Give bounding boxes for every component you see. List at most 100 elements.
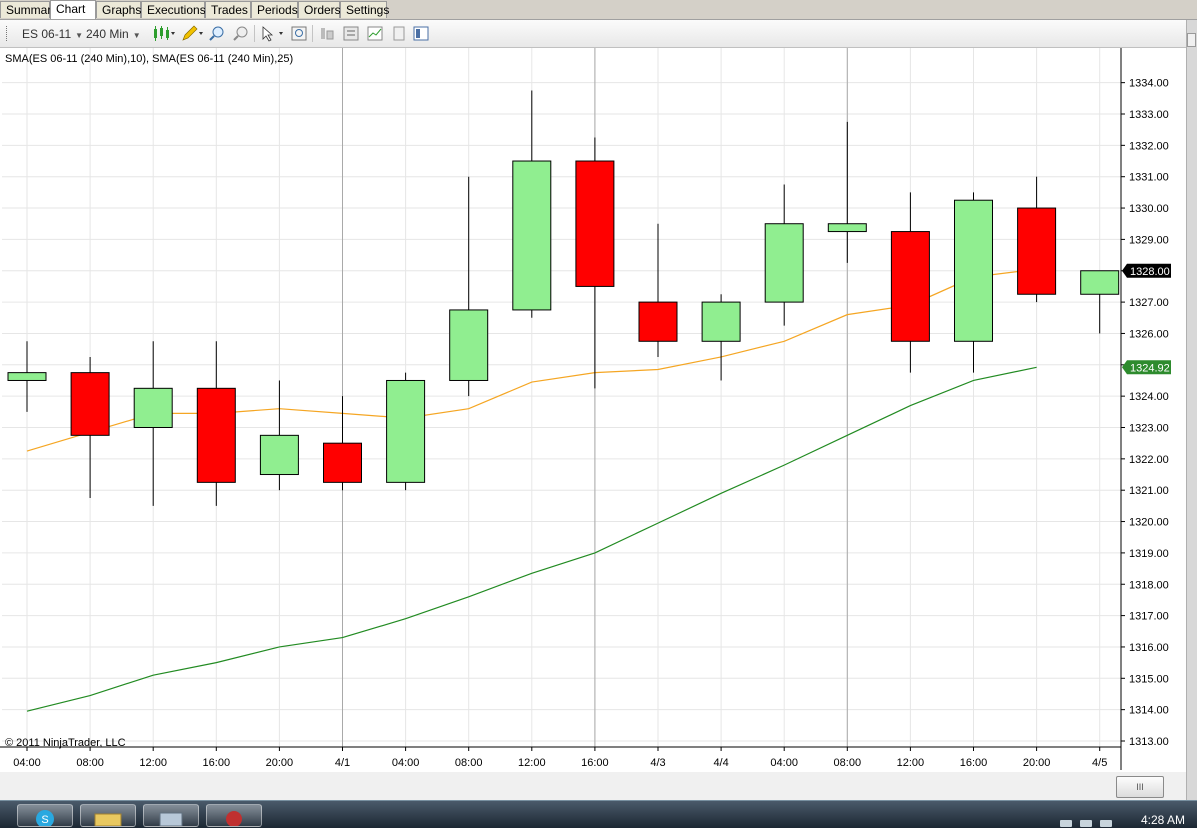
tab-periods[interactable]: Periods [251,1,298,18]
price-tick-label: 1318.00 [1129,579,1169,591]
candle-up-body [259,434,299,476]
candle-up-body [7,372,47,381]
vertical-scrollbar[interactable] [1186,20,1197,800]
toolbar-grip[interactable] [6,26,10,41]
tab-settings[interactable]: Settings [340,1,389,18]
ninjatrader-taskbar-button[interactable] [206,804,262,827]
price-tick-label: 1332.00 [1129,140,1169,152]
strategies-icon[interactable] [390,25,408,42]
price-tick-label: 1333.00 [1129,109,1169,121]
candle-down-body [638,301,678,342]
candle-up-body [701,301,741,342]
sma25-value-tag-label: 1324.92 [1130,362,1170,374]
price-tick-label: 1320.00 [1129,517,1169,529]
time-tick-label: 04:00 [770,757,798,769]
interval-dropdown[interactable]: 240 Min ▼ [86,26,141,42]
time-tick-label: 12:00 [139,757,167,769]
time-tick-label: 16:00 [581,757,609,769]
tab-summary[interactable]: Summary [0,1,57,18]
tab-chart[interactable]: Chart [50,0,96,19]
tab-graphs[interactable]: Graphs [96,1,141,18]
svg-text:S: S [41,814,48,826]
time-tick-label: 08:00 [455,757,483,769]
tray-icon[interactable] [1100,820,1112,827]
price-tick-label: 1319.00 [1129,548,1169,560]
candle-up-body [954,199,993,342]
price-tick-label: 1334.00 [1129,78,1169,90]
price-tick-label: 1327.00 [1129,297,1169,309]
horizontal-scrollbar[interactable] [0,772,1186,800]
data-box-icon[interactable] [318,25,336,42]
price-axis: 1313.00 1314.00 1315.00 1316.00 1317.00 1318.… [1120,48,1169,770]
tab-orders[interactable]: Orders [298,1,341,18]
price-tick-label: 1324.00 [1129,391,1169,403]
time-tick-label: 04:00 [392,757,420,769]
tray-icon[interactable] [1060,820,1072,827]
price-tick-label: 1326.00 [1129,328,1169,340]
price-tick-label: 1316.00 [1129,642,1169,654]
properties-icon[interactable] [342,25,360,42]
tab-bar: Summary Chart Graphs Executions Trades P… [0,0,1197,20]
toolbar-separator [312,25,313,42]
candle-down-body [575,160,615,287]
candle-up-body [764,223,804,303]
cursor-icon[interactable] [260,25,286,42]
candle-down-body [1017,207,1057,295]
price-tick-label: 1330.00 [1129,203,1169,215]
vertical-scrollbar-thumb[interactable] [1187,33,1196,47]
window-icon [159,812,183,827]
candle-up-body [1080,270,1120,295]
tray-icon[interactable] [1080,820,1092,827]
pencil-icon[interactable] [180,25,204,42]
time-tick-label: 4/4 [713,757,728,769]
last-price-tag-label: 1328.00 [1130,266,1170,278]
time-tick-label: 16:00 [960,757,988,769]
tab-trades[interactable]: Trades [205,1,251,18]
candle-down-body [70,372,110,436]
app-taskbar-button[interactable] [143,804,199,827]
explorer-taskbar-button[interactable] [80,804,136,827]
price-tick-label: 1329.00 [1129,234,1169,246]
time-axis: 04:00 08:00 12:00 16:00 20:00 4/1 04:00 08:00 12… [0,746,1121,769]
price-chart[interactable]: 1313.00 1314.00 1315.00 1316.00 1317.00 1318.… [0,48,1186,772]
candle-up-body [512,160,552,311]
time-tick-label: 20:00 [1023,757,1051,769]
time-tick-label: 08:00 [76,757,104,769]
candle-down-body [323,442,362,483]
time-tick-label: 08:00 [834,757,862,769]
zoom-in-icon[interactable] [208,25,226,42]
candle-up-body [386,379,426,483]
time-tick-label: 12:00 [518,757,546,769]
price-tick-label: 1331.00 [1129,172,1169,184]
chevron-down-icon: ▼ [132,31,141,40]
time-tick-label: 04:00 [13,757,41,769]
time-tick-label: 4/1 [335,757,350,769]
tab-executions[interactable]: Executions [141,1,206,18]
folder-icon [94,813,122,827]
indicators-icon[interactable] [366,25,384,42]
time-tick-label: 12:00 [897,757,925,769]
skype-icon: S [36,810,54,828]
candle-up-body [133,387,173,428]
taskbar-clock: 4:28 AM [1140,813,1185,827]
time-tick-label: 20:00 [266,757,294,769]
zoom-out-icon[interactable] [232,25,250,42]
chart-toolbar: ES 06-11 ▼ 240 Min ▼ [0,20,1197,48]
find-icon[interactable] [290,25,308,42]
skype-taskbar-button[interactable]: S [17,804,73,828]
candle-down-body [890,231,930,342]
indicator-label: SMA(ES 06-11 (240 Min),10), SMA(ES 06-11… [5,53,294,65]
instrument-value: ES 06-11 [22,27,72,41]
candlestick-style-icon[interactable] [152,25,176,42]
time-tick-label: 4/3 [650,757,665,769]
candle-down-body [196,387,236,483]
price-tick-label: 1321.00 [1129,485,1169,497]
chevron-down-icon: ▼ [75,31,84,40]
panels-icon[interactable] [412,25,430,42]
candles [7,90,1120,506]
candle-up-body [449,309,489,381]
time-tick-label: 4/5 [1092,757,1107,769]
horizontal-scrollbar-thumb[interactable]: III [1116,776,1164,798]
price-tick-label: 1317.00 [1129,611,1169,623]
instrument-dropdown[interactable]: ES 06-11 ▼ [22,26,83,42]
